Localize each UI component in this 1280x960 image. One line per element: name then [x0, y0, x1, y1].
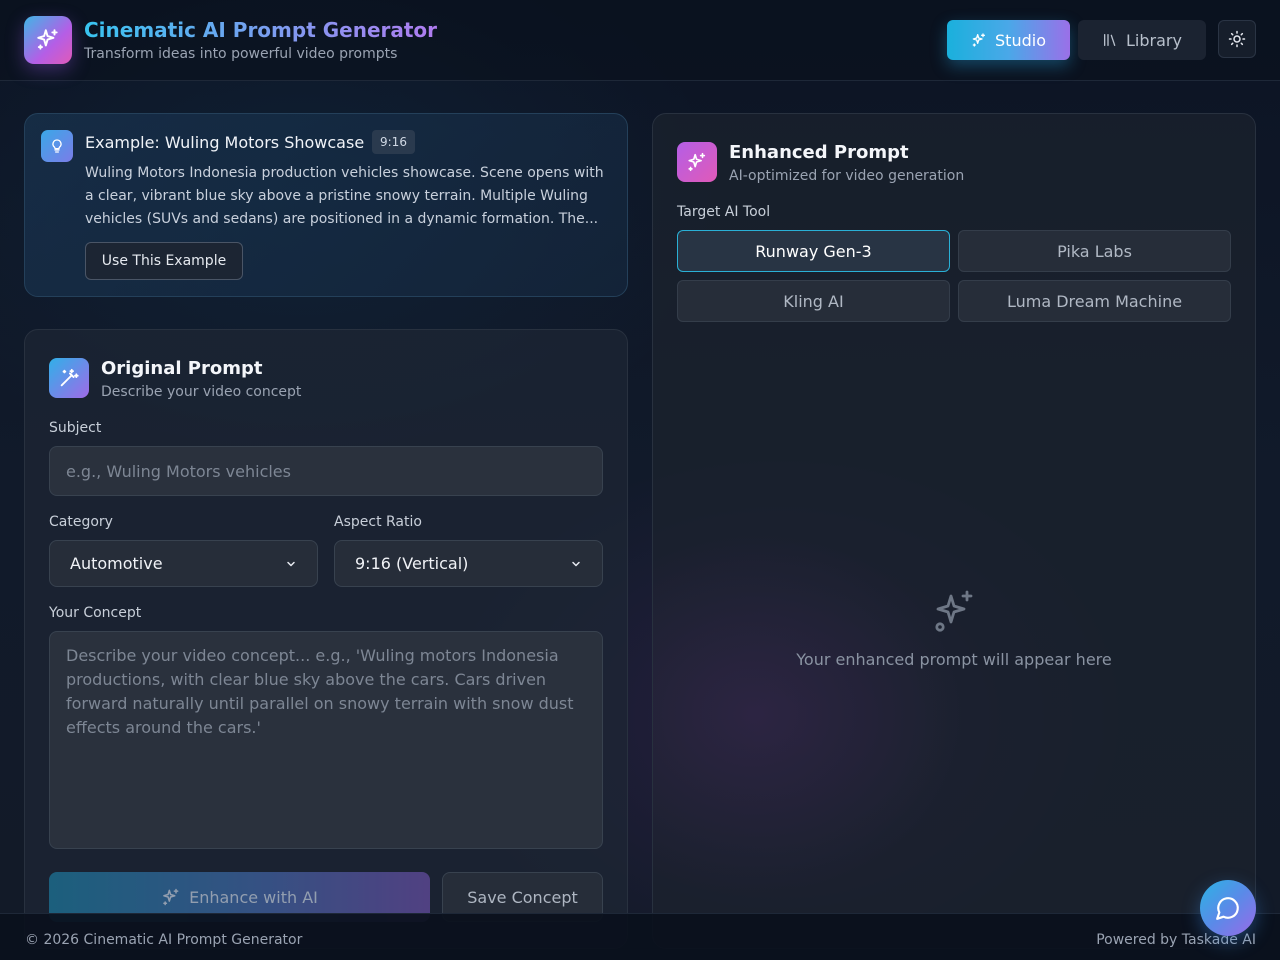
- category-value: Automotive: [70, 554, 163, 573]
- tool-runway-gen3[interactable]: Runway Gen-3: [677, 230, 950, 272]
- example-card: Example: Wuling Motors Showcase 9:16 Wul…: [24, 113, 628, 297]
- copyright-text: © 2026 Cinematic AI Prompt Generator: [25, 932, 303, 948]
- original-prompt-title: Original Prompt: [101, 358, 263, 379]
- sparkles-icon: [163, 888, 179, 906]
- chat-button[interactable]: [1200, 880, 1256, 936]
- tool-luma-dream-machine[interactable]: Luma Dream Machine: [958, 280, 1231, 322]
- use-example-button[interactable]: Use This Example: [85, 242, 243, 280]
- sparkles-icon: [677, 142, 717, 182]
- example-title: Example: Wuling Motors Showcase: [85, 133, 365, 152]
- nav-studio-button[interactable]: Studio: [947, 20, 1070, 60]
- target-tool-label: Target AI Tool: [677, 204, 771, 220]
- sparkles-empty-icon: [935, 590, 973, 632]
- sun-icon: [1228, 30, 1246, 48]
- enhanced-prompt-card: Enhanced Prompt AI-optimized for video g…: [652, 113, 1256, 949]
- chevron-down-icon: [572, 561, 580, 566]
- aspect-badge: 9:16: [372, 130, 415, 154]
- aspect-ratio-label: Aspect Ratio: [334, 514, 422, 530]
- enhanced-prompt-subtitle: AI-optimized for video generation: [729, 168, 965, 184]
- app-title: Cinematic AI Prompt Generator: [84, 18, 438, 42]
- sparkles-icon: [972, 33, 986, 47]
- app-subtitle: Transform ideas into powerful video prom…: [84, 46, 398, 62]
- app-footer: © 2026 Cinematic AI Prompt Generator Pow…: [0, 913, 1280, 960]
- chat-bubble-icon: [1216, 897, 1239, 920]
- original-prompt-subtitle: Describe your video concept: [101, 384, 302, 400]
- nav-studio-label: Studio: [995, 30, 1046, 50]
- concept-label: Your Concept: [49, 605, 142, 621]
- app-header: Cinematic AI Prompt Generator Transform …: [0, 0, 1280, 81]
- enhance-label: Enhance with AI: [189, 887, 318, 907]
- library-icon: [1104, 34, 1116, 46]
- empty-state-text: Your enhanced prompt will appear here: [796, 650, 1112, 669]
- subject-input[interactable]: [49, 446, 603, 496]
- category-label: Category: [49, 514, 113, 530]
- subject-label: Subject: [49, 420, 102, 436]
- enhanced-prompt-title: Enhanced Prompt: [729, 142, 909, 163]
- original-prompt-card: Original Prompt Describe your video conc…: [24, 329, 628, 949]
- nav-library-button[interactable]: Library: [1078, 20, 1206, 60]
- magic-wand-icon: [49, 358, 89, 398]
- sparkles-logo-icon: [24, 16, 72, 64]
- tool-pika-labs[interactable]: Pika Labs: [958, 230, 1231, 272]
- category-select[interactable]: Automotive: [49, 540, 318, 587]
- nav-library-label: Library: [1126, 30, 1182, 50]
- aspect-ratio-select[interactable]: 9:16 (Vertical): [334, 540, 603, 587]
- lightbulb-icon: [41, 130, 73, 162]
- example-text: Wuling Motors Indonesia production vehic…: [85, 165, 604, 227]
- aspect-ratio-value: 9:16 (Vertical): [355, 554, 469, 573]
- theme-toggle-button[interactable]: [1218, 20, 1256, 58]
- chevron-down-icon: [287, 561, 295, 566]
- concept-textarea[interactable]: [49, 631, 603, 849]
- tool-kling-ai[interactable]: Kling AI: [677, 280, 950, 322]
